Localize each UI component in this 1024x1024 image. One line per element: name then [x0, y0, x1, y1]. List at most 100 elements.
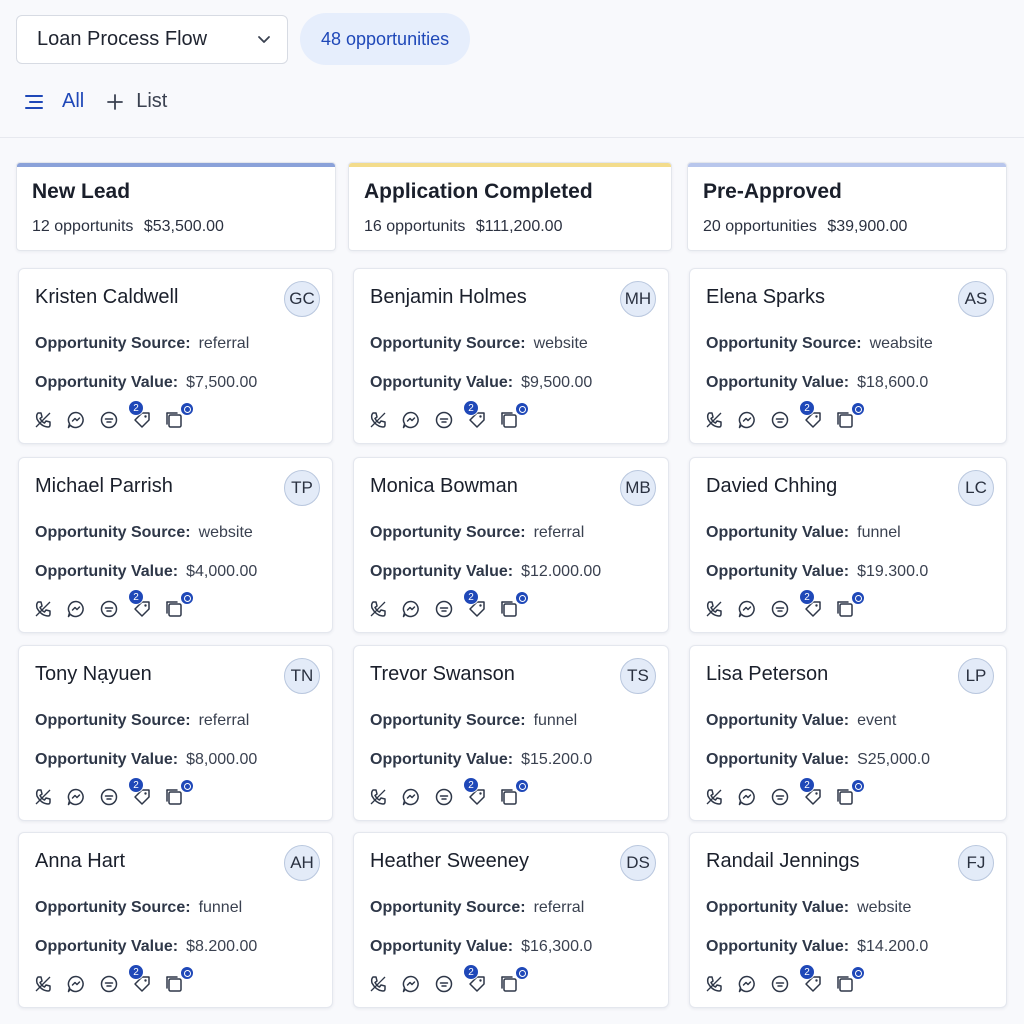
- chat-icon[interactable]: [66, 410, 86, 430]
- chat-icon[interactable]: [66, 974, 86, 994]
- message-icon[interactable]: [434, 410, 454, 430]
- opportunity-card[interactable]: Benjamin Holmes MH Opportunity Source: webs…: [353, 268, 669, 444]
- opportunity-card[interactable]: Anna Hart AH Opportunity Source: funnel Oppo…: [18, 832, 333, 1008]
- avatar[interactable]: MB: [620, 470, 656, 506]
- tag-icon[interactable]: 2: [799, 964, 823, 994]
- tag-icon[interactable]: 2: [463, 589, 487, 619]
- tag-count-badge: 2: [128, 777, 144, 793]
- tag-icon[interactable]: 2: [463, 400, 487, 430]
- avatar[interactable]: GC: [284, 281, 320, 317]
- message-icon[interactable]: [770, 599, 790, 619]
- message-icon[interactable]: [99, 787, 119, 807]
- field-value: S25,000.0: [857, 751, 931, 768]
- task-icon[interactable]: [165, 402, 194, 430]
- opportunity-card[interactable]: Tony Nạyuen TN Opportunity Source: referral…: [18, 645, 333, 821]
- phone-icon[interactable]: [368, 599, 388, 619]
- tag-icon[interactable]: 2: [128, 964, 152, 994]
- avatar[interactable]: AH: [284, 845, 320, 881]
- opportunity-source-field: Opportunity Value: funnel: [706, 524, 901, 542]
- avatar[interactable]: DS: [620, 845, 656, 881]
- chat-icon[interactable]: [401, 599, 421, 619]
- message-icon[interactable]: [770, 974, 790, 994]
- tag-icon[interactable]: 2: [799, 589, 823, 619]
- task-icon[interactable]: [165, 779, 194, 807]
- tag-icon[interactable]: 2: [128, 589, 152, 619]
- chat-icon[interactable]: [401, 974, 421, 994]
- chat-icon[interactable]: [737, 974, 757, 994]
- chat-icon[interactable]: [737, 787, 757, 807]
- phone-icon[interactable]: [368, 787, 388, 807]
- opportunity-card[interactable]: Monica Bowman MB Opportunity Source: referr…: [353, 457, 669, 633]
- task-icon[interactable]: [836, 402, 865, 430]
- avatar[interactable]: LP: [958, 658, 994, 694]
- task-icon[interactable]: [500, 779, 529, 807]
- avatar[interactable]: TN: [284, 658, 320, 694]
- opportunity-card[interactable]: Kristen Caldwell GC Opportunity Source: ref…: [18, 268, 333, 444]
- task-icon[interactable]: [500, 966, 529, 994]
- message-icon[interactable]: [770, 410, 790, 430]
- chat-icon[interactable]: [737, 410, 757, 430]
- chat-icon[interactable]: [737, 599, 757, 619]
- column-header[interactable]: New Lead 12 opportunits $53,500.00: [16, 162, 336, 251]
- view-all-tab[interactable]: All: [24, 90, 84, 113]
- phone-icon[interactable]: [704, 974, 724, 994]
- task-icon[interactable]: [500, 591, 529, 619]
- opportunity-card[interactable]: Davied Chhing LC Opportunity Value: funnel O…: [689, 457, 1007, 633]
- message-icon[interactable]: [99, 599, 119, 619]
- avatar[interactable]: AS: [958, 281, 994, 317]
- topbar: Loan Process Flow 48 opportunities: [16, 13, 471, 65]
- phone-icon[interactable]: [704, 410, 724, 430]
- chat-icon[interactable]: [401, 787, 421, 807]
- tag-icon[interactable]: 2: [463, 777, 487, 807]
- tag-icon[interactable]: 2: [128, 400, 152, 430]
- message-icon[interactable]: [434, 974, 454, 994]
- column-total: $53,500.00: [143, 218, 224, 235]
- avatar[interactable]: TP: [284, 470, 320, 506]
- task-icon[interactable]: [836, 591, 865, 619]
- message-icon[interactable]: [770, 787, 790, 807]
- opportunity-card[interactable]: Elena Sparks AS Opportunity Source: weabsit…: [689, 268, 1007, 444]
- opportunity-card[interactable]: Randail Jennings FJ Opportunity Value: webs…: [689, 832, 1007, 1008]
- message-icon[interactable]: [434, 599, 454, 619]
- task-icon[interactable]: [165, 966, 194, 994]
- message-icon[interactable]: [434, 787, 454, 807]
- phone-icon[interactable]: [368, 410, 388, 430]
- chat-icon[interactable]: [66, 599, 86, 619]
- task-icon[interactable]: [165, 591, 194, 619]
- pipeline-select[interactable]: Loan Process Flow: [16, 14, 288, 64]
- phone-icon[interactable]: [33, 599, 53, 619]
- phone-icon[interactable]: [704, 599, 724, 619]
- avatar[interactable]: MH: [620, 281, 656, 317]
- message-icon[interactable]: [99, 410, 119, 430]
- phone-icon[interactable]: [33, 410, 53, 430]
- tag-icon[interactable]: 2: [463, 964, 487, 994]
- chat-icon[interactable]: [66, 787, 86, 807]
- avatar[interactable]: TS: [620, 658, 656, 694]
- field-value: website: [198, 524, 253, 541]
- opportunity-card[interactable]: Trevor Swanson TS Opportunity Source: funne…: [353, 645, 669, 821]
- avatar[interactable]: LC: [958, 470, 994, 506]
- field-value: $4,000.00: [186, 563, 258, 580]
- add-list-button[interactable]: List: [106, 90, 167, 113]
- tag-icon[interactable]: 2: [128, 777, 152, 807]
- column-header[interactable]: Pre-Approved 20 opportunities $39,900.00: [687, 162, 1007, 251]
- task-icon[interactable]: [500, 402, 529, 430]
- chat-icon[interactable]: [401, 410, 421, 430]
- field-label: Opportunity Source:: [35, 335, 191, 352]
- opportunity-card[interactable]: Heather Sweeney DS Opportunity Source: refe…: [353, 832, 669, 1008]
- column-title: Pre-Approved: [703, 180, 842, 203]
- column-summary: 16 opportunits $111,200.00: [364, 218, 671, 236]
- tag-icon[interactable]: 2: [799, 400, 823, 430]
- tag-icon[interactable]: 2: [799, 777, 823, 807]
- message-icon[interactable]: [99, 974, 119, 994]
- opportunity-card[interactable]: Michael Parrish TP Opportunity Source: webs…: [18, 457, 333, 633]
- avatar[interactable]: FJ: [958, 845, 994, 881]
- phone-icon[interactable]: [704, 787, 724, 807]
- task-icon[interactable]: [836, 779, 865, 807]
- phone-icon[interactable]: [33, 787, 53, 807]
- column-header[interactable]: Application Completed 16 opportunits $111…: [348, 162, 672, 251]
- phone-icon[interactable]: [33, 974, 53, 994]
- task-icon[interactable]: [836, 966, 865, 994]
- phone-icon[interactable]: [368, 974, 388, 994]
- opportunity-card[interactable]: Lisa Peterson LP Opportunity Value: event Op…: [689, 645, 1007, 821]
